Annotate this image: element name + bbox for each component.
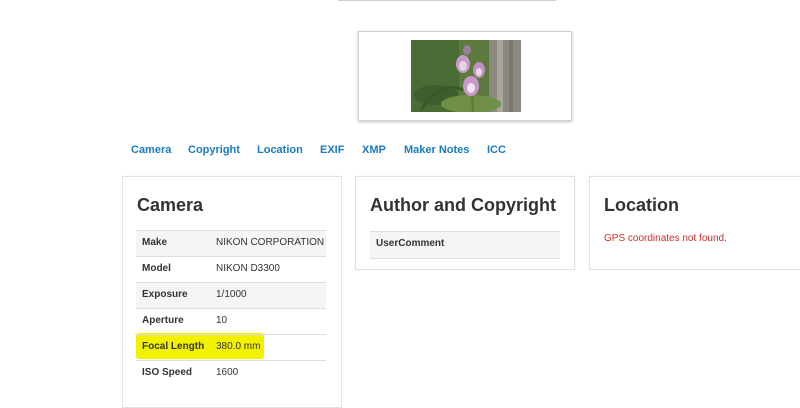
tab-exif[interactable]: EXIF <box>320 144 344 156</box>
row-value: 1600 <box>216 367 239 378</box>
camera-row-exposure: Exposure 1/1000 <box>136 282 326 309</box>
copyright-panel-title: Author and Copyright <box>370 195 556 215</box>
tab-location[interactable]: Location <box>257 144 303 156</box>
row-value: NIKON D3300 <box>216 263 280 274</box>
row-key: UserComment <box>376 238 445 249</box>
tab-camera[interactable]: Camera <box>131 144 171 156</box>
camera-panel-title: Camera <box>137 195 204 215</box>
copyright-row-usercomment: UserComment <box>370 231 560 259</box>
row-key: ISO Speed <box>142 367 193 378</box>
tab-copyright[interactable]: Copyright <box>188 144 240 156</box>
tab-xmp[interactable]: XMP <box>362 144 386 156</box>
location-panel: Location GPS coordinates not found. <box>589 176 800 270</box>
row-value: 1/1000 <box>216 289 247 300</box>
top-divider <box>338 0 556 1</box>
camera-row-model: Model NIKON D3300 <box>136 256 326 283</box>
image-preview <box>358 31 572 121</box>
camera-row-iso-speed: ISO Speed 1600 <box>136 360 326 387</box>
gps-not-found-message: GPS coordinates not found. <box>604 233 727 244</box>
camera-row-aperture: Aperture 10 <box>136 308 326 335</box>
tab-maker-notes[interactable]: Maker Notes <box>404 144 469 156</box>
copyright-panel: Author and Copyright UserComment <box>355 176 575 270</box>
row-value: NIKON CORPORATION <box>216 237 325 248</box>
row-value: 380.0 mm <box>216 341 261 352</box>
row-key: Model <box>142 263 171 274</box>
row-key: Focal Length <box>142 341 205 352</box>
row-value: 10 <box>216 315 228 326</box>
location-panel-title: Location <box>604 195 679 215</box>
photo-thumbnail <box>411 40 521 112</box>
row-key: Aperture <box>142 315 184 326</box>
camera-row-make: Make NIKON CORPORATION <box>136 230 326 257</box>
tab-icc[interactable]: ICC <box>487 144 506 156</box>
row-key: Make <box>142 237 168 248</box>
row-key: Exposure <box>142 289 188 300</box>
camera-row-focal-length: Focal Length 380.0 mm <box>136 334 326 361</box>
